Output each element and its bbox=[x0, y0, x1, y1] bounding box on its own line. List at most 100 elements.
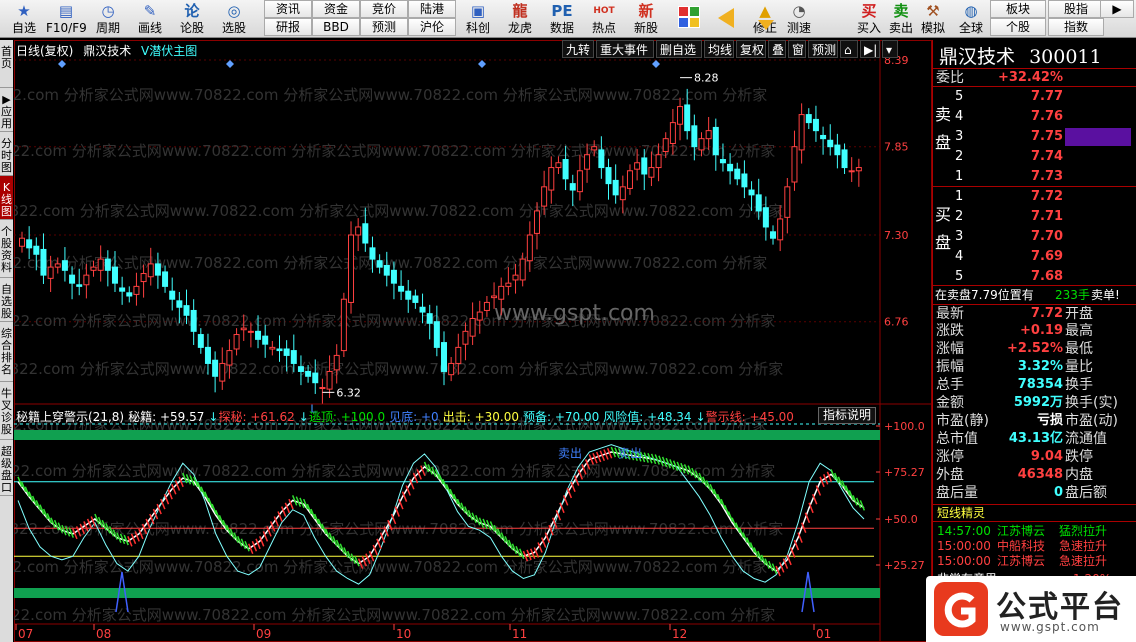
color-scheme-icon[interactable] bbox=[678, 6, 700, 28]
candle[interactable] bbox=[741, 160, 748, 199]
zhishu-button[interactable]: 指数 bbox=[1048, 18, 1104, 36]
chart-menu-9[interactable]: ▶| bbox=[860, 40, 880, 58]
candle[interactable] bbox=[805, 108, 812, 130]
chart-menu-8[interactable]: ⌂ bbox=[840, 40, 858, 58]
chart-menu-0[interactable]: 九转 bbox=[562, 40, 594, 58]
candle[interactable] bbox=[276, 335, 283, 362]
candle[interactable] bbox=[712, 118, 719, 171]
candle[interactable] bbox=[61, 247, 68, 282]
candle[interactable] bbox=[834, 133, 841, 169]
f10-button[interactable]: ▤ F10/F9 bbox=[46, 0, 87, 38]
more-button[interactable]: ▶ bbox=[1100, 0, 1134, 18]
candle[interactable] bbox=[340, 292, 347, 358]
candle[interactable] bbox=[770, 225, 777, 245]
chart-menu-3[interactable]: 均线 bbox=[704, 40, 734, 58]
candle[interactable] bbox=[233, 328, 240, 356]
side-tab-4[interactable]: 个股资料 bbox=[0, 220, 13, 278]
yuce-button[interactable]: 预测 bbox=[360, 18, 408, 36]
sprite-row[interactable]: 15:00:00 江苏博云 急速拉升 bbox=[933, 554, 1136, 569]
huaxian-button[interactable]: ✎ 画线 bbox=[130, 0, 170, 38]
side-tab-5[interactable]: 自选股 bbox=[0, 278, 13, 322]
event-diamond-icon[interactable] bbox=[226, 60, 234, 68]
candle[interactable] bbox=[576, 154, 583, 201]
candle[interactable] bbox=[848, 157, 855, 183]
side-tab-7[interactable]: 牛叉诊股 bbox=[0, 382, 13, 440]
order-level-row[interactable]: 5 7.77 bbox=[933, 88, 1136, 106]
order-level-row[interactable]: 4 7.76 bbox=[933, 108, 1136, 126]
zixuan-button[interactable]: ★ 自选 bbox=[4, 0, 44, 38]
zijin-button[interactable]: 资金 bbox=[312, 0, 360, 18]
order-level-row[interactable]: 3 7.75 bbox=[933, 128, 1136, 146]
candle[interactable] bbox=[269, 340, 276, 356]
candle[interactable] bbox=[734, 162, 741, 186]
gegu-button[interactable]: 个股 bbox=[990, 18, 1046, 36]
chart-menu-2[interactable]: 删自选 bbox=[656, 40, 702, 58]
side-tab-0[interactable]: 首页 bbox=[0, 40, 13, 88]
candle[interactable] bbox=[133, 272, 140, 306]
candle[interactable] bbox=[605, 158, 612, 200]
chart-menu-6[interactable]: 窗 bbox=[788, 40, 806, 58]
back-arrow-icon[interactable] bbox=[718, 8, 734, 28]
side-tab-2[interactable]: 分时图 bbox=[0, 132, 13, 176]
candle[interactable] bbox=[469, 302, 476, 345]
candle[interactable] bbox=[405, 279, 412, 313]
candle[interactable] bbox=[626, 164, 633, 195]
order-level-row[interactable]: 2 7.71 bbox=[933, 208, 1136, 226]
candle[interactable] bbox=[76, 268, 83, 296]
zixun-button[interactable]: 资讯 bbox=[264, 0, 312, 18]
candle[interactable] bbox=[677, 97, 684, 141]
side-tab-8[interactable]: 超级盘口 bbox=[0, 440, 13, 496]
mairu-button[interactable]: 买买入 bbox=[852, 0, 886, 38]
kechuang-button[interactable]: ▣ 科创 bbox=[458, 0, 498, 38]
candle[interactable] bbox=[97, 245, 104, 282]
quanqiu-button[interactable]: ◍ 全球 bbox=[954, 0, 988, 38]
event-diamond-icon[interactable] bbox=[58, 60, 66, 68]
yanbao-button[interactable]: 研报 bbox=[264, 18, 312, 36]
candle[interactable] bbox=[784, 178, 791, 234]
lungu-button[interactable]: 论论股 bbox=[172, 0, 212, 38]
candle[interactable] bbox=[219, 347, 226, 390]
chart-menu-4[interactable]: 复权 bbox=[736, 40, 766, 58]
candle[interactable] bbox=[197, 328, 204, 354]
candle[interactable] bbox=[827, 124, 834, 156]
candle[interactable] bbox=[40, 233, 47, 284]
bankuai-button[interactable]: 板块 bbox=[990, 0, 1046, 18]
hugang-button[interactable]: 沪伦 bbox=[408, 18, 456, 36]
order-level-row[interactable]: 5 7.68 bbox=[933, 268, 1136, 286]
indicator-help-button[interactable]: 指标说明 bbox=[818, 407, 876, 424]
side-tab-3[interactable]: K线图 bbox=[0, 176, 13, 220]
event-diamond-icon[interactable] bbox=[478, 60, 486, 68]
down-arrow-icon[interactable] bbox=[758, 20, 774, 30]
candle[interactable] bbox=[855, 158, 862, 187]
candle[interactable] bbox=[812, 105, 819, 142]
order-level-row[interactable]: 4 7.69 bbox=[933, 248, 1136, 266]
candle[interactable] bbox=[612, 164, 619, 204]
side-tab-6[interactable]: 综合排名 bbox=[0, 322, 13, 382]
xiuzheng-button[interactable]: ▲ 修正 bbox=[748, 0, 782, 38]
zhouqi-button[interactable]: ◷ 周期 bbox=[88, 0, 128, 38]
candle[interactable] bbox=[791, 130, 798, 191]
maichu-button[interactable]: 卖卖出 bbox=[884, 0, 918, 38]
candle[interactable] bbox=[355, 218, 362, 252]
candle[interactable] bbox=[398, 270, 405, 301]
chart-menu-10[interactable]: ▾ bbox=[882, 40, 898, 58]
kline-chart[interactable]: 8.397.857.306.760822.com 分析家公式网www.70822… bbox=[14, 40, 932, 642]
candle[interactable] bbox=[798, 103, 805, 164]
sprite-row[interactable]: 15:00:00 中船科技 急速拉升 bbox=[933, 539, 1136, 554]
candle[interactable] bbox=[820, 126, 827, 155]
side-tab-1[interactable]: ▶应用 bbox=[0, 88, 13, 132]
chart-indicator-name[interactable]: V潜伏主图 bbox=[141, 44, 197, 58]
celiang-button[interactable]: ◔ 测速 bbox=[782, 0, 816, 38]
candle[interactable] bbox=[119, 276, 126, 305]
moni-button[interactable]: ⚒ 模拟 bbox=[916, 0, 950, 38]
candle[interactable] bbox=[841, 143, 848, 174]
longhu-button[interactable]: 龍龙虎 bbox=[500, 0, 540, 38]
order-level-row[interactable]: 2 7.74 bbox=[933, 148, 1136, 166]
order-level-row[interactable]: 1 7.72 bbox=[933, 188, 1136, 206]
candle[interactable] bbox=[412, 289, 419, 309]
guhen-button[interactable]: 股指 bbox=[1048, 0, 1104, 18]
candle[interactable] bbox=[169, 277, 176, 311]
sprite-row[interactable]: 14:57:00 江苏博云 猛烈拉升 bbox=[933, 524, 1136, 539]
bbd-button[interactable]: BBD bbox=[312, 18, 360, 36]
xingu-button[interactable]: 新新股 bbox=[626, 0, 666, 38]
